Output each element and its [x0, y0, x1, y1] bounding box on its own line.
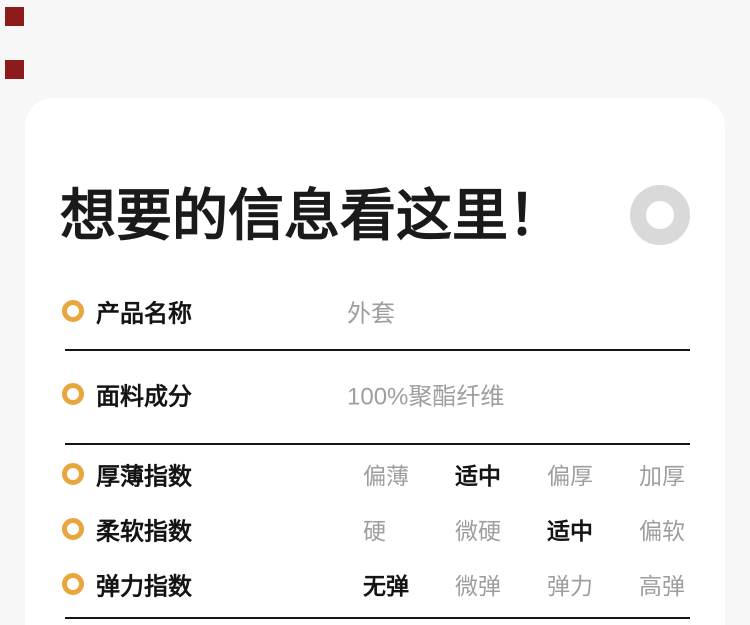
scale-option: 高弹: [639, 567, 731, 601]
product-info-card: 想要的信息看这里！ 产品名称 外套 面料成分 100%聚酯纤维 厚薄指数 偏薄 …: [25, 98, 725, 625]
scale-option: 适中: [547, 512, 639, 546]
info-row-fabric: 面料成分 100%聚酯纤维: [25, 379, 725, 409]
ring-bullet-icon: [62, 383, 84, 405]
info-row-thickness: 厚薄指数 偏薄 适中 偏厚 加厚: [25, 459, 725, 489]
ring-bullet-icon: [62, 518, 84, 540]
red-square-marker-top: [5, 7, 24, 26]
row-label: 厚薄指数: [96, 457, 192, 492]
scale-options: 无弹 微弹 弹力 高弹: [363, 567, 731, 601]
info-row-softness: 柔软指数 硬 微硬 适中 偏软: [25, 514, 725, 544]
info-row-elasticity: 弹力指数 无弹 微弹 弹力 高弹: [25, 569, 725, 599]
divider: [65, 617, 690, 619]
info-row-product-name: 产品名称 外套: [25, 296, 725, 326]
donut-ring-icon: [630, 185, 690, 245]
scale-option: 偏薄: [363, 457, 455, 491]
page-title: 想要的信息看这里！: [60, 184, 564, 248]
scale-option: 无弹: [363, 567, 455, 601]
scale-option: 硬: [363, 512, 455, 546]
scale-option: 微硬: [455, 512, 547, 546]
scale-option: 弹力: [547, 567, 639, 601]
row-label: 柔软指数: [96, 512, 192, 547]
scale-option: 适中: [455, 457, 547, 491]
red-square-marker-bottom: [5, 60, 24, 79]
row-label: 产品名称: [96, 294, 192, 329]
divider: [65, 349, 690, 351]
scale-options: 偏薄 适中 偏厚 加厚: [363, 457, 731, 491]
row-label: 面料成分: [96, 377, 192, 412]
scale-option: 偏软: [639, 512, 731, 546]
scale-option: 微弹: [455, 567, 547, 601]
scale-option: 偏厚: [547, 457, 639, 491]
ring-bullet-icon: [62, 300, 84, 322]
divider: [65, 443, 690, 445]
row-value: 外套: [347, 294, 395, 329]
ring-bullet-icon: [62, 463, 84, 485]
ring-bullet-icon: [62, 573, 84, 595]
scale-options: 硬 微硬 适中 偏软: [363, 512, 731, 546]
row-value: 100%聚酯纤维: [347, 377, 504, 412]
row-label: 弹力指数: [96, 567, 192, 602]
scale-option: 加厚: [639, 457, 731, 491]
